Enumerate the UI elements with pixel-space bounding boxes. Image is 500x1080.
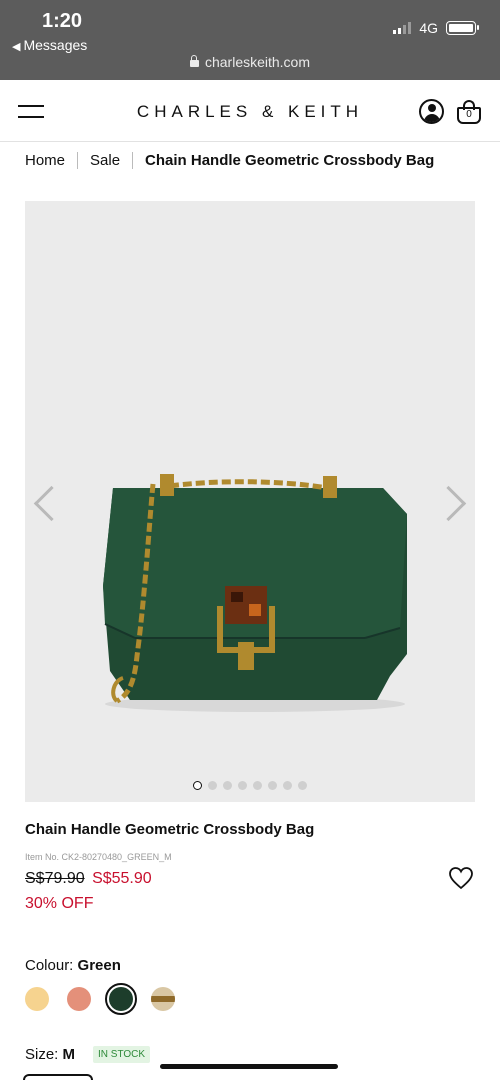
- product-gallery[interactable]: [25, 201, 475, 802]
- gallery-next-arrow-icon[interactable]: [445, 481, 469, 525]
- size-option-button[interactable]: [23, 1074, 93, 1080]
- stock-badge: IN STOCK: [93, 1046, 151, 1063]
- selected-size: M: [62, 1046, 76, 1063]
- size-row: Size: M IN STOCK: [25, 1046, 151, 1063]
- url-bar[interactable]: charleskeith.com: [0, 54, 500, 70]
- breadcrumb-sale[interactable]: Sale: [90, 152, 120, 169]
- item-number: Item No. CK2-80270480_GREEN_M: [25, 852, 172, 862]
- status-bar: 1:20 ◀ Messages 4G charleskeith.com: [0, 0, 500, 80]
- size-label: Size:: [25, 1046, 59, 1063]
- back-label: Messages: [23, 37, 88, 53]
- swatch-yellow[interactable]: [25, 987, 49, 1011]
- breadcrumb-current: Chain Handle Geometric Crossbody Bag: [145, 152, 435, 169]
- url-text: charleskeith.com: [204, 54, 311, 70]
- product-title: Chain Handle Geometric Crossbody Bag: [25, 821, 315, 838]
- colour-selection-label: Colour: Green: [25, 957, 121, 974]
- network-type: 4G: [419, 20, 438, 36]
- discount-label: 30% OFF: [25, 895, 94, 912]
- status-time: 1:20: [42, 10, 83, 32]
- swatch-gold[interactable]: [151, 987, 175, 1011]
- wishlist-heart-icon[interactable]: [448, 866, 474, 890]
- gallery-dot[interactable]: [298, 781, 307, 790]
- account-icon[interactable]: [419, 99, 444, 124]
- breadcrumb: Home Sale Chain Handle Geometric Crossbo…: [25, 152, 434, 169]
- gallery-dot[interactable]: [283, 781, 292, 790]
- back-to-messages[interactable]: ◀ Messages: [12, 37, 87, 53]
- size-text: Size: M: [25, 1046, 75, 1063]
- sale-price: S$55.90: [92, 870, 152, 887]
- selected-colour: Green: [77, 957, 121, 974]
- signal-icon: [393, 22, 412, 34]
- cart-count: 0: [466, 109, 472, 120]
- site-header: CHARLES & KEITH 0: [0, 80, 500, 142]
- gallery-dot[interactable]: [193, 781, 202, 790]
- gallery-dot[interactable]: [223, 781, 232, 790]
- swatch-coral[interactable]: [67, 987, 91, 1011]
- home-indicator[interactable]: [160, 1064, 338, 1069]
- battery-icon: [446, 21, 479, 35]
- original-price: S$79.90: [25, 870, 85, 887]
- breadcrumb-separator: [132, 152, 134, 169]
- price-row: S$79.90 S$55.90: [25, 870, 152, 888]
- gallery-dot[interactable]: [208, 781, 217, 790]
- breadcrumb-separator: [77, 152, 79, 169]
- gallery-dot[interactable]: [268, 781, 277, 790]
- lock-icon: [189, 55, 199, 67]
- gallery-prev-arrow-icon[interactable]: [31, 481, 55, 525]
- back-triangle-icon: ◀: [12, 41, 21, 53]
- colour-swatches: [25, 983, 175, 1015]
- gallery-dot[interactable]: [253, 781, 262, 790]
- colour-label: Colour:: [25, 957, 74, 974]
- shopping-bag-icon[interactable]: 0: [456, 100, 482, 125]
- gallery-pagination: [25, 781, 475, 790]
- gallery-dot[interactable]: [238, 781, 247, 790]
- swatch-green[interactable]: [105, 983, 137, 1015]
- breadcrumb-home[interactable]: Home: [25, 152, 65, 169]
- product-image: [103, 474, 407, 712]
- status-indicators: 4G: [393, 20, 479, 36]
